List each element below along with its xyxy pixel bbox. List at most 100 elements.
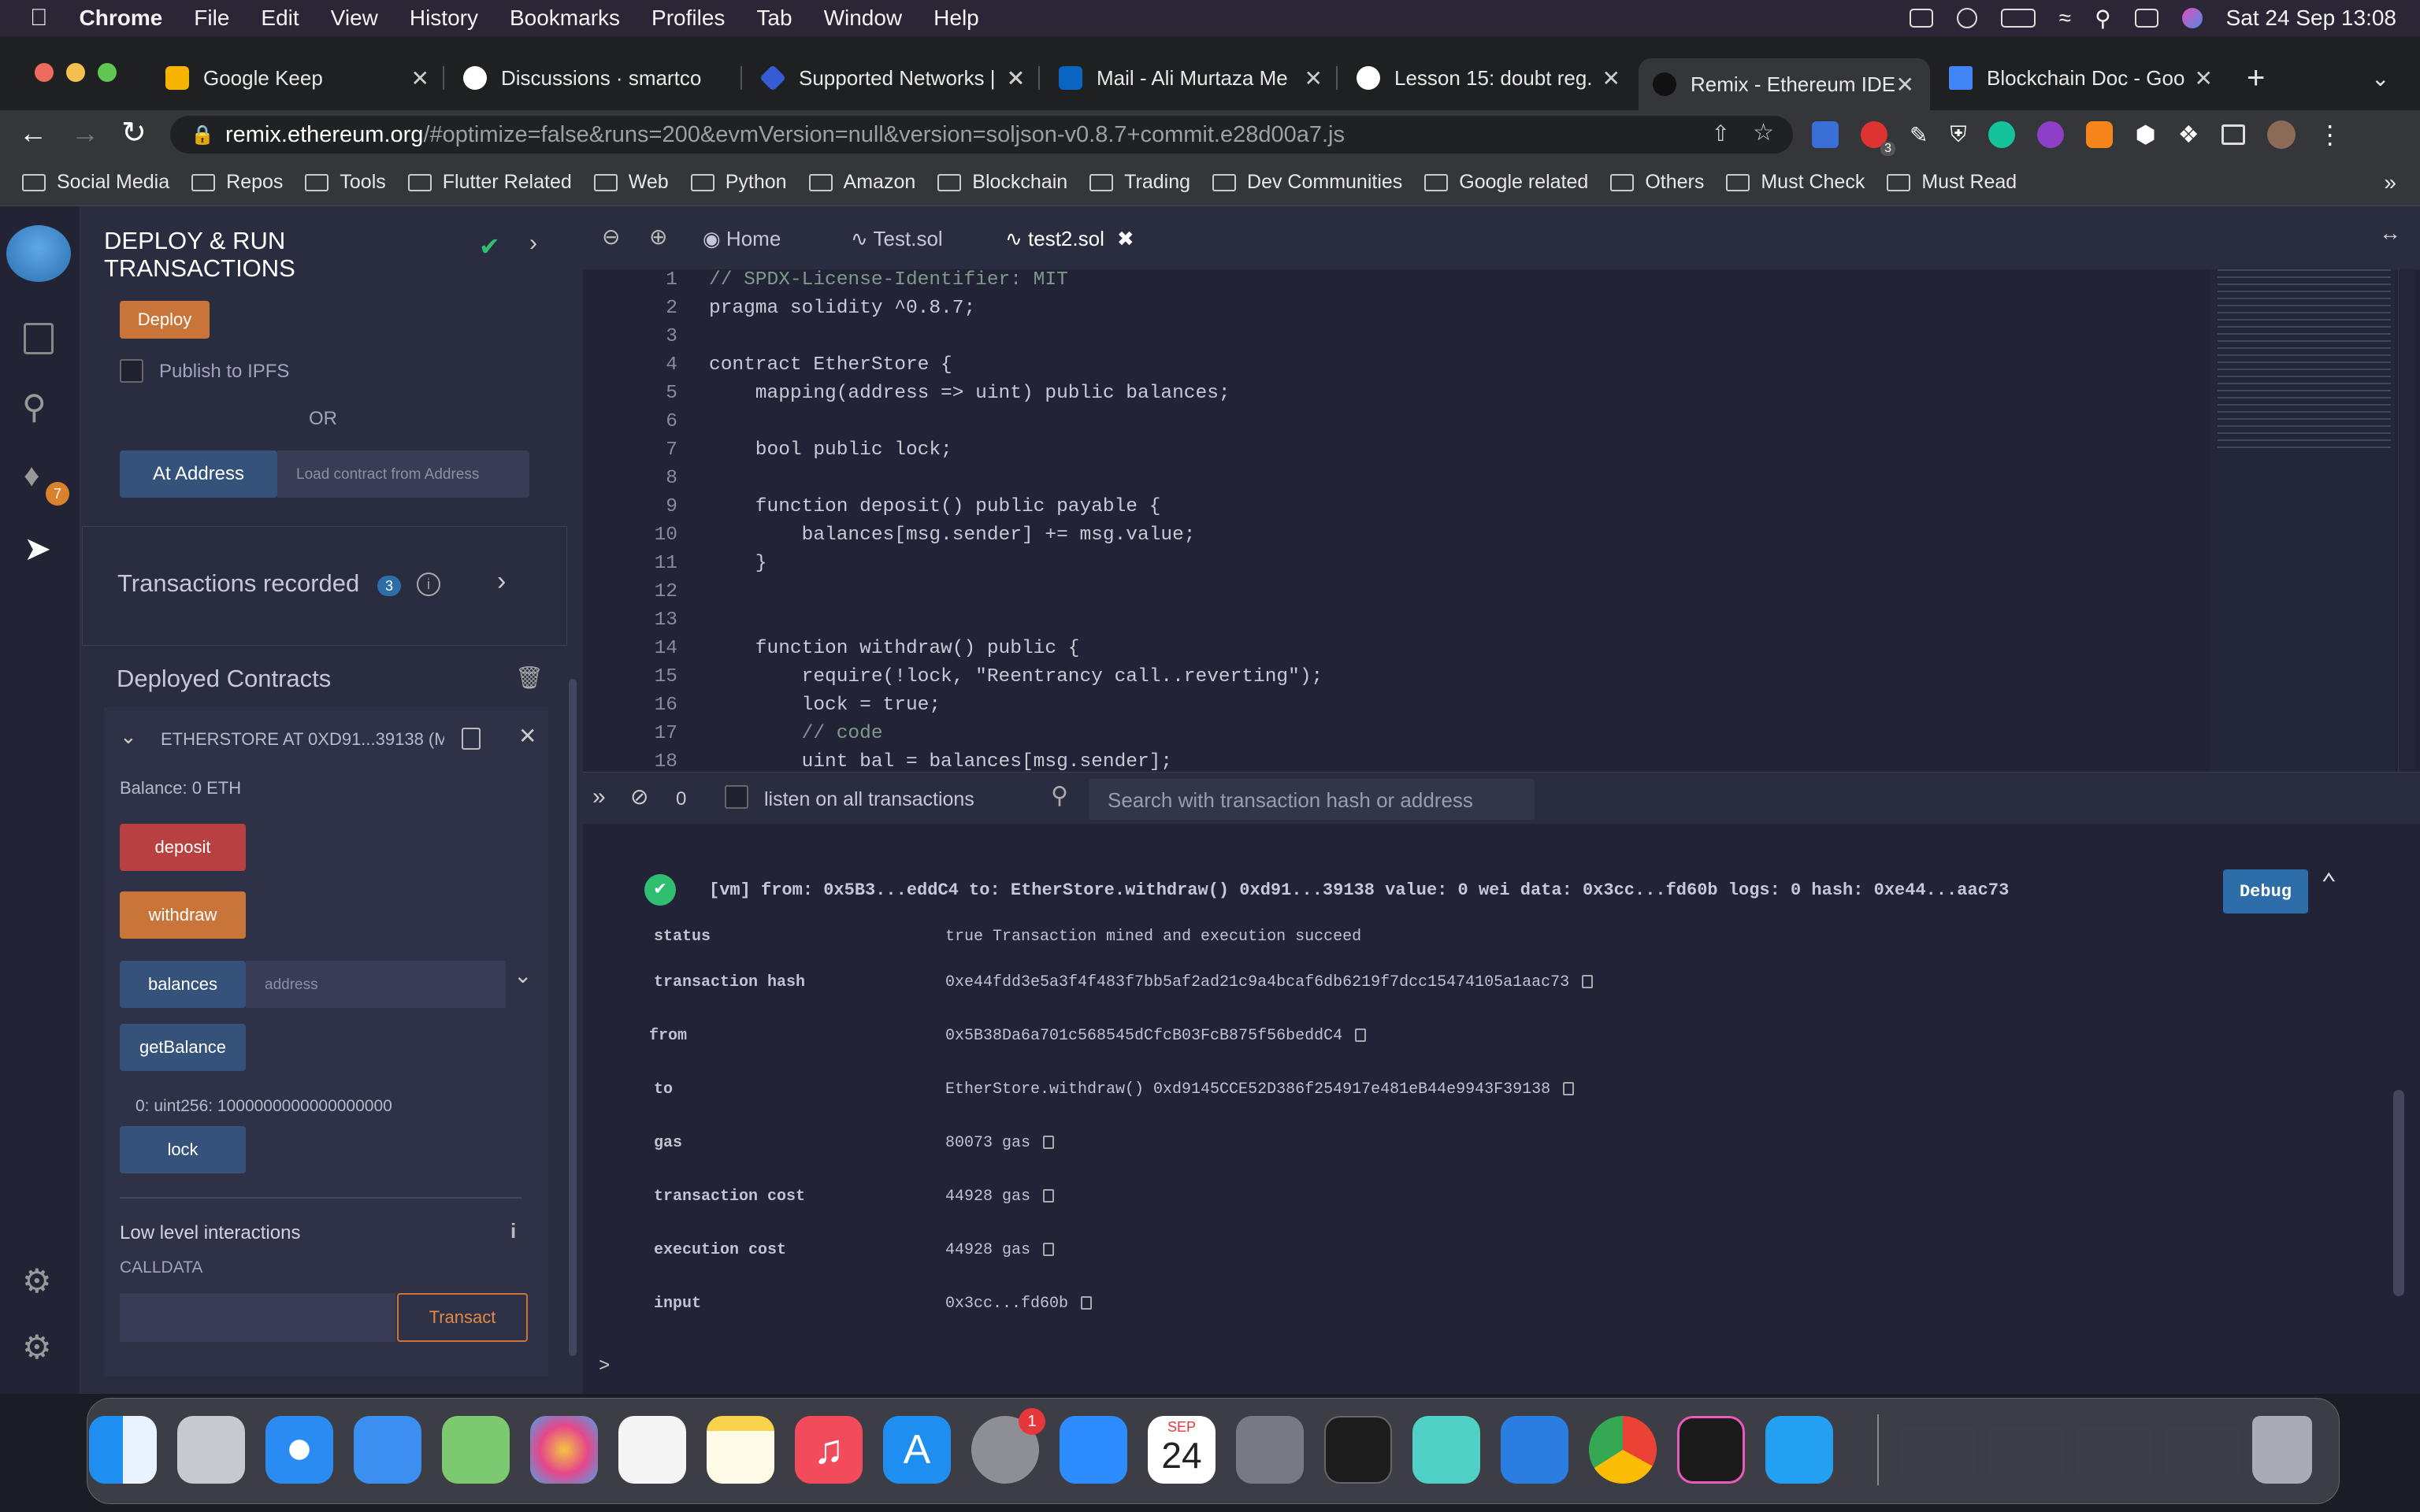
transact-button[interactable]: Transact: [397, 1293, 528, 1342]
tab-test-sol[interactable]: ∿ Test.sol: [851, 227, 943, 251]
tab-test2-sol[interactable]: ∿ test2.sol ✖: [1005, 227, 1134, 251]
browser-tab-supported-networks[interactable]: Supported Networks | ✕: [759, 58, 1025, 98]
menu-window[interactable]: Window: [824, 6, 903, 31]
bookmark-social-media[interactable]: Social Media: [22, 171, 169, 194]
close-icon[interactable]: ✕: [1305, 65, 1323, 91]
shield-extension-icon[interactable]: ⛨: [1950, 122, 1966, 148]
editor-minimap[interactable]: [2210, 269, 2396, 772]
bookmark-web[interactable]: Web: [593, 171, 669, 194]
close-icon[interactable]: ✕: [411, 65, 429, 91]
terminal-scrollbar[interactable]: [2393, 1090, 2404, 1296]
puzzle-icon[interactable]: ❖: [2178, 121, 2199, 149]
expand-horizontal-icon[interactable]: ↔: [2379, 220, 2401, 246]
menu-edit[interactable]: Edit: [261, 6, 299, 31]
trash-icon[interactable]: [2252, 1416, 2312, 1484]
chevron-up-icon[interactable]: ⌃: [2321, 868, 2336, 901]
zoom-in-icon[interactable]: ⊕: [649, 224, 667, 250]
back-arrow-icon[interactable]: ←: [19, 117, 47, 150]
vscode-icon[interactable]: [1765, 1416, 1833, 1484]
balances-button[interactable]: balances: [120, 961, 246, 1008]
tab-home[interactable]: ◉ Home: [703, 227, 781, 251]
publish-ipfs-checkbox[interactable]: [120, 359, 143, 383]
chevron-down-icon[interactable]: ⌄: [120, 724, 137, 749]
safari-icon[interactable]: [265, 1416, 333, 1484]
deploy-run-icon[interactable]: ➤: [24, 529, 51, 568]
finder-icon[interactable]: [89, 1416, 157, 1484]
bookmark-flutter[interactable]: Flutter Related: [407, 171, 572, 194]
editor-scrollbar[interactable]: [2398, 269, 2415, 772]
maps-icon[interactable]: [442, 1416, 510, 1484]
menu-profiles[interactable]: Profiles: [651, 6, 725, 31]
sidebar-icon[interactable]: [2221, 124, 2245, 145]
menubar-datetime[interactable]: Sat 24 Sep 13:08: [2226, 6, 2396, 31]
chrome-icon[interactable]: [1589, 1416, 1657, 1484]
pen-extension-icon[interactable]: ✎: [1910, 122, 1928, 148]
menu-bookmarks[interactable]: Bookmarks: [510, 6, 620, 31]
photos-icon[interactable]: [530, 1416, 598, 1484]
menu-help[interactable]: Help: [933, 6, 979, 31]
keyboard-icon[interactable]: [1909, 9, 1933, 28]
close-icon[interactable]: ✕: [2195, 65, 2213, 91]
bookmark-must-check[interactable]: Must Check: [1726, 171, 1865, 194]
bookmarks-overflow-icon[interactable]: »: [2384, 170, 2396, 195]
copy-icon[interactable]: [1563, 1082, 1575, 1096]
bookmark-repos[interactable]: Repos: [191, 171, 283, 194]
calendar-icon[interactable]: SEP 24: [1148, 1416, 1216, 1484]
bookmark-must-read[interactable]: Must Read: [1887, 171, 2017, 194]
close-icon[interactable]: ✕: [1602, 65, 1620, 91]
copy-icon[interactable]: [462, 728, 481, 750]
reminders-icon[interactable]: [618, 1416, 686, 1484]
apple-icon[interactable]: : [30, 5, 48, 32]
share-icon[interactable]: ⇧: [1712, 120, 1730, 146]
tx-summary[interactable]: [vm] from: 0x5B3...eddC4 to: EtherStore.…: [709, 880, 2009, 900]
bookmark-blockchain[interactable]: Blockchain: [937, 171, 1067, 194]
siri-icon[interactable]: [2181, 8, 2203, 28]
menu-tab[interactable]: Tab: [756, 6, 792, 31]
listen-all-checkbox[interactable]: [725, 785, 748, 809]
bookmark-python[interactable]: Python: [690, 171, 787, 194]
minimized-window-vscode[interactable]: [2164, 1427, 2240, 1479]
close-icon[interactable]: ✖: [1117, 227, 1134, 250]
panel-scrollbar[interactable]: [569, 679, 577, 1356]
menu-file[interactable]: File: [194, 6, 229, 31]
menu-view[interactable]: View: [331, 6, 378, 31]
cube-app-icon[interactable]: [1412, 1416, 1480, 1484]
copy-icon[interactable]: [1043, 1243, 1055, 1257]
contract-instance-title[interactable]: ETHERSTORE AT 0XD91...39138 (M: [161, 729, 444, 750]
bookmark-dev-communities[interactable]: Dev Communities: [1212, 171, 1402, 194]
browser-tab-blockchain-doc[interactable]: Blockchain Doc - Goo ✕: [1949, 58, 2213, 98]
browser-tab-mail[interactable]: Mail - Ali Murtaza Me ✕: [1059, 58, 1323, 98]
menu-history[interactable]: History: [410, 6, 478, 31]
launchpad-icon[interactable]: [177, 1416, 245, 1484]
file-explorer-icon[interactable]: [24, 323, 54, 354]
clear-console-icon[interactable]: ⊘: [630, 784, 648, 810]
terminal-icon[interactable]: [1324, 1416, 1392, 1484]
extension-icon[interactable]: [1812, 121, 1839, 148]
deploy-button[interactable]: Deploy: [120, 301, 210, 339]
copy-icon[interactable]: [1043, 1136, 1055, 1150]
settings-gear-icon[interactable]: ⚙: [22, 1328, 52, 1366]
close-icon[interactable]: ✕: [1007, 65, 1025, 91]
bookmark-amazon[interactable]: Amazon: [808, 171, 915, 194]
bookmark-tools[interactable]: Tools: [305, 171, 386, 194]
minimized-window-vscode[interactable]: [1988, 1427, 2063, 1479]
debug-button[interactable]: Debug: [2223, 869, 2308, 914]
zoom-icon[interactable]: [1060, 1416, 1127, 1484]
cube-extension-icon[interactable]: ⬢: [2135, 121, 2155, 149]
reload-icon[interactable]: ↻: [121, 115, 147, 150]
browser-tab-lesson-15[interactable]: Lesson 15: doubt reg. ✕: [1357, 58, 1620, 98]
bookmark-trading[interactable]: Trading: [1089, 171, 1190, 194]
trash-icon[interactable]: 🗑: [515, 665, 544, 691]
menu-app-name[interactable]: Chrome: [80, 6, 163, 31]
more-vertical-icon[interactable]: ⋮: [2318, 120, 2343, 150]
getbalance-button[interactable]: getBalance: [120, 1024, 246, 1071]
zoom-out-icon[interactable]: ⊖: [602, 224, 620, 250]
solidity-compiler-icon[interactable]: ♦: [24, 458, 39, 494]
spotlight-search-icon[interactable]: ⚲: [2095, 6, 2111, 32]
extension-icon[interactable]: [2037, 121, 2065, 148]
user-icon[interactable]: [1956, 8, 1977, 28]
copy-icon[interactable]: [1081, 1296, 1093, 1310]
balances-address-input[interactable]: address: [246, 961, 506, 1008]
lock-button[interactable]: lock: [120, 1126, 246, 1173]
browser-tab-google-keep[interactable]: Google Keep ✕: [165, 58, 429, 98]
